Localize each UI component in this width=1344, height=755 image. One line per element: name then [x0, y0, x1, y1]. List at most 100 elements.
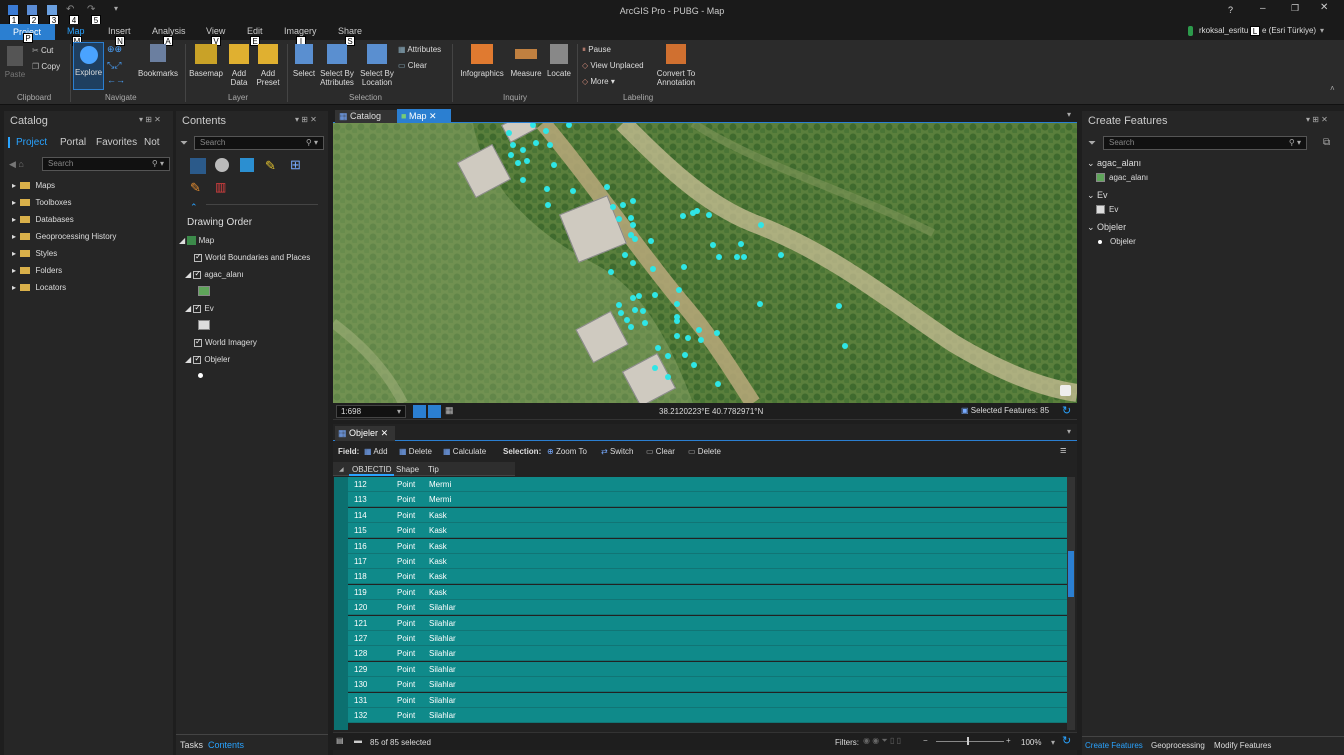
- clear-selection-table-button[interactable]: ▭ Clear: [646, 447, 675, 456]
- table-row[interactable]: 115 Point Kask: [334, 523, 1067, 539]
- selected-point[interactable]: [694, 208, 700, 214]
- table-row[interactable]: 130 Point Silahlar: [334, 677, 1067, 693]
- layer-world-boundaries[interactable]: World Boundaries and Places: [194, 252, 310, 262]
- add-preset-button[interactable]: Add Preset: [253, 44, 283, 87]
- selected-point[interactable]: [520, 177, 526, 183]
- user-name[interactable]: rkoksal_esritu: [1199, 26, 1248, 35]
- selected-point[interactable]: [551, 162, 557, 168]
- catalog-tab-portal[interactable]: Portal: [60, 137, 86, 148]
- selected-point[interactable]: [680, 213, 686, 219]
- table-row[interactable]: 114 Point Kask: [334, 507, 1067, 523]
- template-objeler[interactable]: Objeler: [1098, 237, 1136, 246]
- selected-point[interactable]: [604, 184, 610, 190]
- view-tabs-menu-icon[interactable]: ▾: [1067, 110, 1071, 119]
- tab-create-features[interactable]: Create Features: [1085, 741, 1143, 750]
- delete-field-button[interactable]: ▦ Delete: [399, 447, 432, 456]
- tab-view[interactable]: View: [206, 26, 225, 36]
- maximize-button[interactable]: ❐: [1291, 3, 1299, 14]
- measure-button[interactable]: Measure: [509, 44, 543, 78]
- catalog-tab-favorites[interactable]: Favorites: [96, 137, 137, 148]
- selected-point[interactable]: [706, 212, 712, 218]
- selected-point[interactable]: [685, 335, 691, 341]
- selected-point[interactable]: [616, 216, 622, 222]
- back-icon[interactable]: ◀ ⌂: [9, 159, 24, 170]
- close-tab-icon[interactable]: ✕: [429, 111, 437, 121]
- table-row[interactable]: 120 Point Silahlar: [334, 600, 1067, 616]
- selected-point[interactable]: [681, 264, 687, 270]
- selected-point[interactable]: [632, 307, 638, 313]
- zoom-slider-thumb[interactable]: [967, 737, 969, 745]
- selected-point[interactable]: [515, 160, 521, 166]
- ev-symbol[interactable]: [198, 320, 210, 330]
- table-menu-icon[interactable]: ▾: [1067, 427, 1071, 436]
- table-row[interactable]: 112 Point Mermi: [334, 477, 1067, 492]
- tab-imagery[interactable]: Imagery: [284, 26, 317, 36]
- select-by-attributes-button[interactable]: Select By Attributes: [318, 44, 356, 87]
- more-labeling-button[interactable]: ◇ More ▾: [582, 77, 615, 86]
- convert-to-annotation-button[interactable]: Convert To Annotation: [654, 44, 698, 87]
- selected-point[interactable]: [543, 128, 549, 134]
- selected-point[interactable]: [674, 301, 680, 307]
- zoom-in-out-icon[interactable]: ⤡⤢: [107, 60, 133, 70]
- catalog-item-gp-history[interactable]: ▸ Geoprocessing History: [12, 232, 116, 241]
- clear-selection-button[interactable]: ▭ Clear: [398, 61, 427, 70]
- list-by-drawing-order-icon[interactable]: [190, 158, 206, 174]
- list-by-selection-icon[interactable]: [240, 158, 254, 172]
- selected-point[interactable]: [544, 186, 550, 192]
- column-shape[interactable]: Shape: [396, 465, 419, 474]
- table-row[interactable]: 132 Point Silahlar: [334, 708, 1067, 723]
- scale-selector[interactable]: 1:698 ▾: [336, 405, 406, 418]
- selected-point[interactable]: [648, 238, 654, 244]
- catalog-item-maps[interactable]: ▸ Maps: [12, 181, 55, 190]
- tab-contents[interactable]: Contents: [208, 740, 244, 750]
- tab-map[interactable]: Map: [67, 26, 85, 36]
- tab-tasks[interactable]: Tasks: [180, 740, 203, 750]
- close-button[interactable]: ✕: [1320, 2, 1328, 13]
- selected-point[interactable]: [778, 252, 784, 258]
- selected-point[interactable]: [698, 337, 704, 343]
- selected-point[interactable]: [655, 345, 661, 351]
- table-tab-objeler[interactable]: ▦ Objeler ✕: [335, 426, 395, 441]
- select-by-location-button[interactable]: Select By Location: [358, 44, 396, 87]
- view-tab-map[interactable]: ■ Map ✕: [397, 109, 451, 123]
- selected-features[interactable]: ▣ Selected Features: 85: [961, 406, 1049, 415]
- user-org[interactable]: e (Esri Türkiye): [1262, 26, 1316, 35]
- selected-point[interactable]: [618, 310, 624, 316]
- selected-point[interactable]: [620, 202, 626, 208]
- selected-point[interactable]: [734, 254, 740, 260]
- layer-world-imagery[interactable]: World Imagery: [194, 337, 257, 347]
- selected-point[interactable]: [757, 301, 763, 307]
- selected-point[interactable]: [628, 324, 634, 330]
- template-group-ev[interactable]: ⌄ Ev: [1087, 190, 1108, 201]
- selected-point[interactable]: [836, 303, 842, 309]
- delete-selected-button[interactable]: ▭ Delete: [688, 447, 721, 456]
- bookmarks-button[interactable]: Bookmarks: [137, 44, 179, 78]
- selected-point[interactable]: [570, 188, 576, 194]
- selected-point[interactable]: [533, 140, 539, 146]
- pane-menu-icon[interactable]: ▾ ⊞ ✕: [295, 115, 317, 124]
- tab-insert[interactable]: Insert: [108, 26, 131, 36]
- selected-point[interactable]: [691, 362, 697, 368]
- filter-icon[interactable]: ⏷: [1088, 138, 1096, 149]
- selected-point[interactable]: [628, 215, 634, 221]
- tab-share[interactable]: Share: [338, 26, 362, 36]
- show-selected-records-icon[interactable]: ▬: [354, 736, 362, 745]
- selected-point[interactable]: [652, 365, 658, 371]
- selected-point[interactable]: [715, 381, 721, 387]
- navigator-icon[interactable]: [1060, 385, 1071, 396]
- tab-analysis[interactable]: Analysis: [152, 26, 186, 36]
- switch-selection-button[interactable]: ⇄ Switch: [601, 447, 634, 456]
- visibility-checkbox[interactable]: [193, 269, 202, 279]
- help-button[interactable]: ?: [1228, 5, 1233, 15]
- infographics-button[interactable]: Infographics: [457, 44, 507, 78]
- add-data-button[interactable]: Add Data: [227, 44, 251, 87]
- calculate-field-button[interactable]: ▦ Calculate: [443, 447, 486, 456]
- selected-point[interactable]: [520, 147, 526, 153]
- view-unplaced-button[interactable]: ◇ View Unplaced: [582, 61, 644, 70]
- selected-point[interactable]: [665, 353, 671, 359]
- basemap-button[interactable]: Basemap: [188, 44, 224, 78]
- catalog-item-folders[interactable]: ▸ Folders: [12, 266, 62, 275]
- catalog-item-toolboxes[interactable]: ▸ Toolboxes: [12, 198, 72, 207]
- paste-button[interactable]: Paste: [4, 46, 26, 79]
- manage-templates-icon[interactable]: ⧉: [1323, 137, 1330, 148]
